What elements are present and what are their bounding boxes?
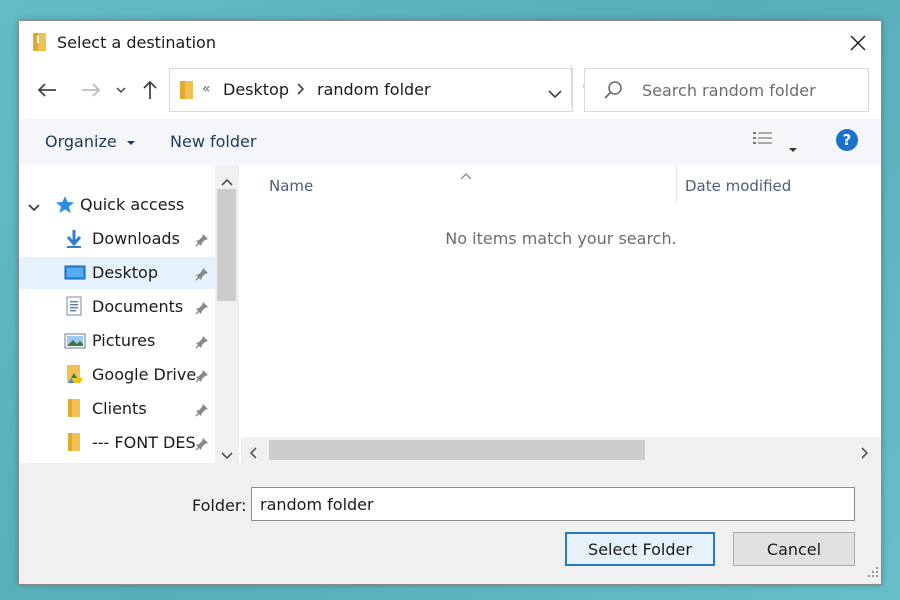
recent-locations-button[interactable] — [114, 77, 128, 103]
tree-item-clients[interactable]: Clients — [19, 393, 215, 425]
empty-message: No items match your search. — [445, 229, 677, 248]
tree-label: Clients — [92, 399, 147, 418]
pin-icon — [195, 368, 209, 387]
dialog-footer: Folder: Select Folder Cancel — [19, 463, 881, 584]
caret-down-icon — [126, 140, 135, 145]
column-divider[interactable] — [676, 165, 677, 203]
folder-icon — [67, 398, 81, 422]
pin-icon — [195, 232, 209, 251]
folder-label: Folder: — [192, 496, 247, 515]
tree-label: Documents — [92, 297, 184, 316]
search-icon — [603, 80, 623, 104]
file-list-horizontal-scrollbar[interactable] — [241, 437, 881, 463]
close-button[interactable] — [835, 21, 881, 65]
google-drive-icon — [66, 364, 84, 388]
forward-arrow-icon — [82, 83, 101, 97]
cancel-button[interactable]: Cancel — [733, 532, 855, 566]
pin-icon — [195, 402, 209, 421]
new-folder-button[interactable]: New folder — [170, 132, 256, 151]
downloads-icon — [65, 229, 83, 253]
tree-item-font-des[interactable]: --- FONT DES — [19, 427, 215, 459]
up-arrow-icon — [143, 80, 157, 99]
tree-item-downloads[interactable]: Downloads — [19, 223, 215, 255]
help-icon[interactable]: ? — [836, 129, 858, 151]
scrollbar-thumb[interactable] — [269, 440, 645, 460]
view-dropdown-icon[interactable] — [789, 138, 797, 157]
back-button[interactable] — [35, 77, 59, 103]
chevron-right-icon[interactable] — [296, 81, 306, 100]
scroll-down-icon[interactable] — [221, 445, 233, 464]
tree-label: Pictures — [92, 331, 156, 350]
title-bar: Select a destination — [19, 21, 881, 65]
pin-icon — [195, 266, 209, 285]
pin-icon — [195, 436, 209, 455]
organize-label: Organize — [45, 132, 117, 151]
tree-item-quick-access[interactable]: Quick access — [19, 189, 215, 221]
tree-item-google-drive[interactable]: Google Drive — [19, 359, 215, 391]
scroll-left-icon[interactable] — [249, 444, 257, 463]
forward-button[interactable] — [79, 77, 103, 103]
select-destination-dialog: Select a destination « Desktop random fo… — [18, 20, 882, 585]
column-header-date-modified[interactable]: Date modified — [685, 177, 791, 195]
sort-caret-icon — [460, 165, 472, 184]
documents-icon — [66, 296, 82, 320]
navigation-row: « Desktop random folder Search random fo… — [19, 65, 881, 115]
search-placeholder: Search random folder — [642, 81, 816, 100]
breadcrumb-random-folder[interactable]: random folder — [317, 80, 431, 99]
navigation-pane: Quick access Downloads Desktop Documents — [19, 165, 215, 463]
file-list: Name Date modified No items match your s… — [241, 165, 881, 437]
chevron-down-icon — [116, 87, 126, 94]
nav-pane-scrollbar[interactable] — [215, 165, 239, 463]
overflow-chevron[interactable]: « — [202, 81, 211, 97]
tree-label: Google Drive — [92, 365, 197, 384]
resize-grip-icon[interactable] — [867, 563, 879, 582]
folder-icon — [32, 32, 48, 52]
tree-item-documents[interactable]: Documents — [19, 291, 215, 323]
scrollbar-thumb[interactable] — [217, 189, 236, 301]
pin-icon — [195, 334, 209, 353]
scroll-right-icon[interactable] — [861, 444, 869, 463]
column-header-name[interactable]: Name — [269, 177, 313, 195]
pictures-icon — [64, 333, 86, 353]
folder-icon — [67, 432, 81, 456]
pin-icon — [195, 300, 209, 319]
star-icon — [55, 195, 75, 219]
tree-label: Desktop — [92, 263, 158, 282]
view-options-icon[interactable] — [752, 129, 774, 153]
address-bar[interactable]: « Desktop random folder — [169, 68, 573, 112]
tree-item-desktop[interactable]: Desktop — [19, 257, 215, 289]
select-folder-button[interactable]: Select Folder — [565, 532, 715, 566]
back-arrow-icon — [37, 83, 56, 97]
chevron-down-icon[interactable] — [548, 84, 562, 103]
command-bar: Organize New folder ? — [19, 119, 881, 165]
breadcrumb-desktop[interactable]: Desktop — [223, 80, 289, 99]
tree-label: Downloads — [92, 229, 180, 248]
folder-name-input[interactable] — [251, 487, 855, 521]
tree-label: --- FONT DES — [92, 433, 196, 452]
tree-label: Quick access — [80, 195, 185, 214]
tree-item-pictures[interactable]: Pictures — [19, 325, 215, 357]
window-title: Select a destination — [57, 33, 216, 52]
expand-chevron-icon[interactable] — [28, 198, 40, 217]
up-button[interactable] — [139, 77, 161, 103]
scroll-up-icon[interactable] — [221, 171, 233, 190]
search-box[interactable]: Search random folder — [584, 68, 869, 112]
organize-menu[interactable]: Organize — [45, 132, 135, 151]
close-icon — [850, 35, 866, 51]
desktop-icon — [64, 265, 86, 285]
folder-icon — [179, 80, 195, 104]
